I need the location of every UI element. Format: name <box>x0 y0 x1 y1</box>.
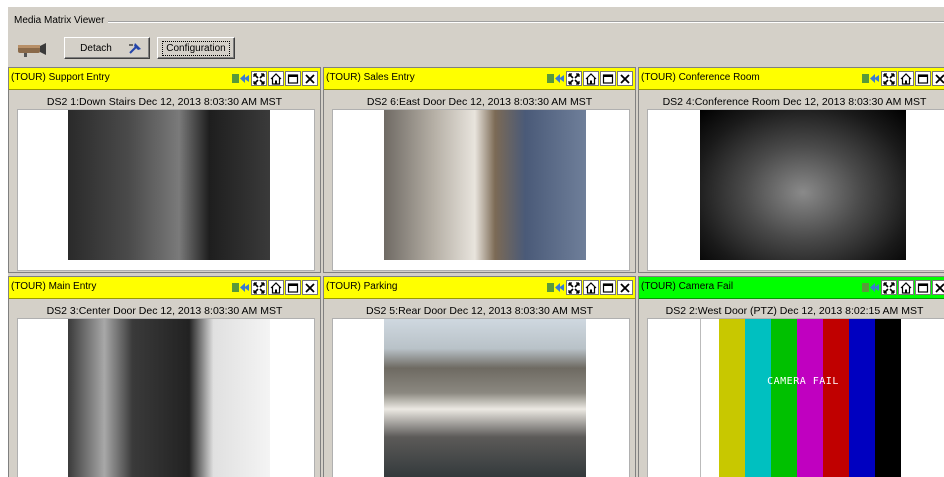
close-icon[interactable] <box>932 280 944 295</box>
maximize-icon[interactable] <box>285 280 301 295</box>
maximize-icon[interactable] <box>285 71 301 86</box>
home-icon[interactable] <box>583 280 599 295</box>
expand-arrow-icon[interactable] <box>862 71 880 86</box>
color-bar-magenta <box>797 319 823 477</box>
expand-arrow-icon[interactable] <box>862 280 880 295</box>
camera-fail-overlay: CAMERA FAIL <box>767 376 839 387</box>
home-icon[interactable] <box>898 71 914 86</box>
color-bar-cyan <box>745 319 771 477</box>
video-caption: DS2 1:Down Stairs Dec 12, 2013 8:03:30 A… <box>46 96 283 108</box>
video-frame <box>17 318 315 477</box>
video-caption: DS2 6:East Door Dec 12, 2013 8:03:30 AM … <box>366 96 593 108</box>
tile-toolbar <box>862 280 944 295</box>
home-icon[interactable] <box>898 280 914 295</box>
fullscreen-icon[interactable] <box>566 71 582 86</box>
color-bar-white <box>700 319 719 477</box>
camera-feed-image <box>384 110 586 260</box>
tile-title: (TOUR) Conference Room <box>641 72 760 83</box>
video-tile-camera-fail[interactable]: (TOUR) Camera Fail DS2 2:West Door (PTZ)… <box>638 276 944 477</box>
camera-feed-image <box>700 110 906 260</box>
video-tile-support-entry[interactable]: (TOUR) Support Entry DS2 1:Down Stairs D… <box>8 67 321 273</box>
tile-toolbar <box>232 71 318 86</box>
video-caption: DS2 2:West Door (PTZ) Dec 12, 2013 8:02:… <box>665 305 924 317</box>
video-caption: DS2 4:Conference Room Dec 12, 2013 8:03:… <box>662 96 927 108</box>
expand-arrow-icon[interactable] <box>547 280 565 295</box>
color-bar-edge <box>901 319 906 477</box>
maximize-icon[interactable] <box>915 71 931 86</box>
camera-feed-image <box>68 319 270 477</box>
color-bar-green <box>771 319 797 477</box>
video-matrix-grid: (TOUR) Support Entry DS2 1:Down Stairs D… <box>0 59 944 477</box>
close-icon[interactable] <box>302 280 318 295</box>
tile-header: (TOUR) Sales Entry <box>324 68 635 90</box>
fullscreen-icon[interactable] <box>566 280 582 295</box>
home-icon[interactable] <box>268 71 284 86</box>
maximize-icon[interactable] <box>915 280 931 295</box>
video-tile-parking[interactable]: (TOUR) Parking DS2 5:Rear Door Dec 12, 2… <box>323 276 636 477</box>
window-title: Media Matrix Viewer <box>14 15 109 26</box>
color-bar-red <box>823 319 849 477</box>
configuration-button-label: Configuration <box>162 40 230 56</box>
camera-feed-image <box>384 319 586 477</box>
camera-icon <box>18 43 46 57</box>
tile-title: (TOUR) Main Entry <box>11 281 97 292</box>
close-icon[interactable] <box>932 71 944 86</box>
video-frame <box>17 109 315 271</box>
video-caption: DS2 5:Rear Door Dec 12, 2013 8:03:30 AM … <box>365 305 594 317</box>
video-frame: CAMERA FAIL <box>647 318 944 477</box>
color-bars-test-pattern <box>700 319 906 477</box>
close-icon[interactable] <box>617 280 633 295</box>
tile-toolbar <box>232 280 318 295</box>
tile-header: (TOUR) Conference Room <box>639 68 944 90</box>
detach-button[interactable]: Detach <box>64 37 150 59</box>
tile-header: (TOUR) Support Entry <box>9 68 320 90</box>
tile-title: (TOUR) Parking <box>326 281 398 292</box>
detach-pin-icon <box>129 43 141 54</box>
fullscreen-icon[interactable] <box>251 280 267 295</box>
tile-toolbar <box>547 280 633 295</box>
expand-arrow-icon[interactable] <box>232 71 250 86</box>
video-frame <box>332 318 630 477</box>
fullscreen-icon[interactable] <box>251 71 267 86</box>
tile-title: (TOUR) Camera Fail <box>641 281 734 292</box>
camera-feed-image <box>68 110 270 260</box>
expand-arrow-icon[interactable] <box>232 280 250 295</box>
expand-arrow-icon[interactable] <box>547 71 565 86</box>
tile-header: (TOUR) Camera Fail <box>639 277 944 299</box>
detach-button-label: Detach <box>80 42 112 54</box>
configuration-button[interactable]: Configuration <box>157 37 235 59</box>
fullscreen-icon[interactable] <box>881 280 897 295</box>
tile-toolbar <box>862 71 944 86</box>
tile-header: (TOUR) Parking <box>324 277 635 299</box>
close-icon[interactable] <box>617 71 633 86</box>
maximize-icon[interactable] <box>600 280 616 295</box>
fullscreen-icon[interactable] <box>881 71 897 86</box>
tile-title: (TOUR) Sales Entry <box>326 72 415 83</box>
video-tile-conference-room[interactable]: (TOUR) Conference Room DS2 4:Conference … <box>638 67 944 273</box>
tile-title: (TOUR) Support Entry <box>11 72 110 83</box>
color-bar-blue <box>849 319 875 477</box>
close-icon[interactable] <box>302 71 318 86</box>
video-tile-main-entry[interactable]: (TOUR) Main Entry DS2 3:Center Door Dec … <box>8 276 321 477</box>
groupbox-divider <box>108 21 944 23</box>
video-tile-sales-entry[interactable]: (TOUR) Sales Entry DS2 6:East Door Dec 1… <box>323 67 636 273</box>
home-icon[interactable] <box>583 71 599 86</box>
color-bar-black <box>875 319 901 477</box>
video-frame <box>647 109 944 271</box>
video-caption: DS2 3:Center Door Dec 12, 2013 8:03:30 A… <box>46 305 283 317</box>
video-frame <box>332 109 630 271</box>
color-bar-yellow <box>719 319 745 477</box>
tile-toolbar <box>547 71 633 86</box>
maximize-icon[interactable] <box>600 71 616 86</box>
tile-header: (TOUR) Main Entry <box>9 277 320 299</box>
home-icon[interactable] <box>268 280 284 295</box>
